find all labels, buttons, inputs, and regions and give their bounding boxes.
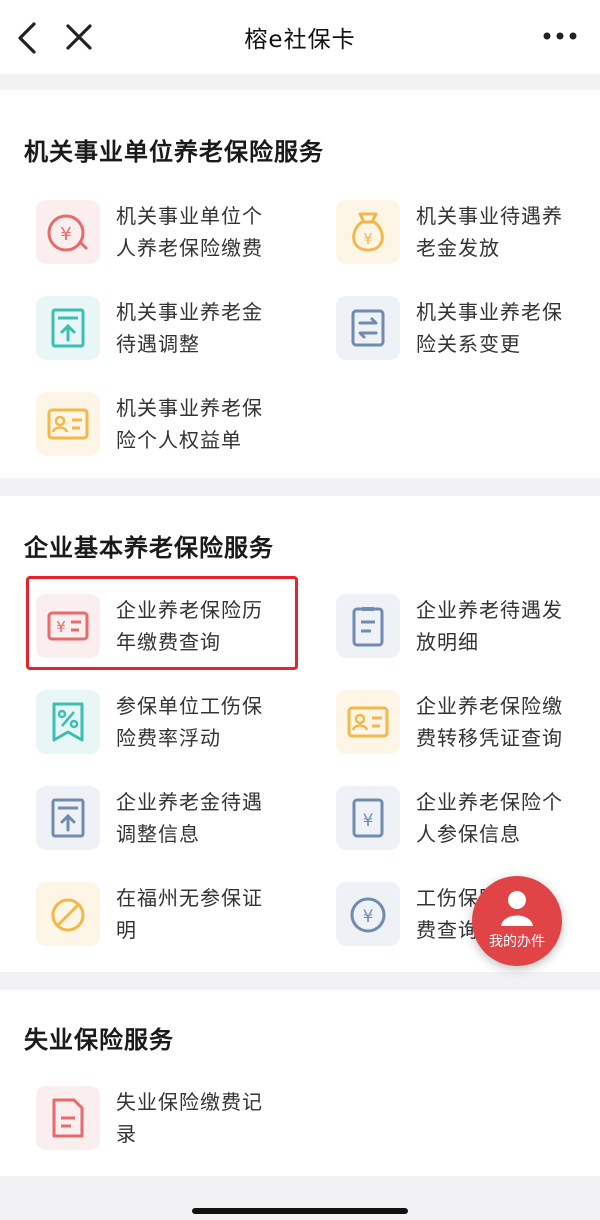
- transfer-arrows-icon: [336, 296, 400, 360]
- my-cases-button[interactable]: 我的办件: [472, 876, 562, 966]
- upload-doc-icon: [36, 786, 100, 850]
- service-item-enterprise-transfer-voucher[interactable]: 企业养老保险缴 费转移凭证查询: [336, 690, 600, 770]
- yen-doc-icon: ¥: [336, 786, 400, 850]
- section-title: 失业保险服务: [24, 1026, 174, 1054]
- more-dots-icon[interactable]: [542, 26, 578, 46]
- svg-text:¥: ¥: [363, 907, 374, 927]
- service-item-gov-pension-adjust[interactable]: 机关事业养老金 待遇调整: [36, 296, 306, 376]
- service-item-enterprise-personal-info[interactable]: ¥ 企业养老保险个 人参保信息: [336, 786, 600, 866]
- svg-text:¥: ¥: [363, 811, 374, 831]
- item-label: 企业养老保险个 人参保信息: [416, 790, 563, 846]
- service-item-gov-pension-payout[interactable]: ¥ 机关事业待遇养 老金发放: [336, 200, 600, 280]
- item-label: 企业养老保险缴 费转移凭证查询: [416, 694, 563, 750]
- clipboard-list-icon: [336, 594, 400, 658]
- percent-ribbon-icon: [36, 690, 100, 754]
- service-item-unemployment-record[interactable]: 失业保险缴费记录: [36, 1086, 306, 1166]
- home-indicator: [192, 1208, 408, 1214]
- service-item-enterprise-pension-adjust[interactable]: 企业养老金待遇 调整信息: [36, 786, 306, 866]
- yen-refresh-icon: ¥: [36, 200, 100, 264]
- service-item-gov-rights-statement[interactable]: 机关事业养老保 险个人权益单: [36, 392, 306, 472]
- item-label: 机关事业养老保 险关系变更: [416, 300, 563, 356]
- service-item-gov-personal-payment[interactable]: ¥ 机关事业单位个 人养老保险缴费: [36, 200, 306, 280]
- item-label: 机关事业养老保 险个人权益单: [116, 396, 263, 452]
- section-unemployment: 失业保险服务 失业保险缴费记录: [0, 990, 600, 1176]
- highlight-box: [26, 576, 298, 670]
- service-item-enterprise-payout-detail[interactable]: 企业养老待遇发 放明细: [336, 594, 600, 674]
- item-label: 机关事业待遇养 老金发放: [416, 204, 563, 260]
- upload-doc-icon: [36, 296, 100, 360]
- item-label: 企业养老待遇发 放明细: [416, 598, 563, 654]
- service-item-no-insurance-proof[interactable]: 在福州无参保证明: [36, 882, 306, 962]
- section-title: 企业基本养老保险服务: [24, 534, 274, 562]
- section-title: 机关事业单位养老保险服务: [24, 138, 324, 166]
- service-item-gov-relation-change[interactable]: 机关事业养老保 险关系变更: [336, 296, 600, 376]
- item-label: 参保单位工伤保 险费率浮动: [116, 694, 263, 750]
- section-government-pension: 机关事业单位养老保险服务 ¥ 机关事业单位个 人养老保险缴费 ¥ 机关事业待遇养老…: [0, 90, 600, 478]
- id-card-icon: [36, 392, 100, 456]
- document-icon: [36, 1086, 100, 1150]
- page-title: 榕e社保卡: [244, 27, 356, 53]
- item-label: 企业养老金待遇 调整信息: [116, 790, 263, 846]
- app-header: 榕e社保卡: [0, 0, 600, 74]
- item-label: 机关事业单位个 人养老保险缴费: [116, 204, 263, 260]
- fab-label: 我的办件: [489, 934, 545, 950]
- person-icon: [501, 891, 533, 926]
- no-sign-icon: [36, 882, 100, 946]
- item-label: 机关事业养老金 待遇调整: [116, 300, 263, 356]
- service-item-injury-rate-float[interactable]: 参保单位工伤保 险费率浮动: [36, 690, 306, 770]
- money-bag-icon: ¥: [336, 200, 400, 264]
- item-label: 在福州无参保证明: [116, 886, 263, 942]
- yen-refresh-icon: ¥: [336, 882, 400, 946]
- svg-text:¥: ¥: [363, 230, 373, 248]
- item-label: 失业保险缴费记录: [116, 1090, 263, 1146]
- id-card-icon: [336, 690, 400, 754]
- svg-text:¥: ¥: [60, 224, 71, 245]
